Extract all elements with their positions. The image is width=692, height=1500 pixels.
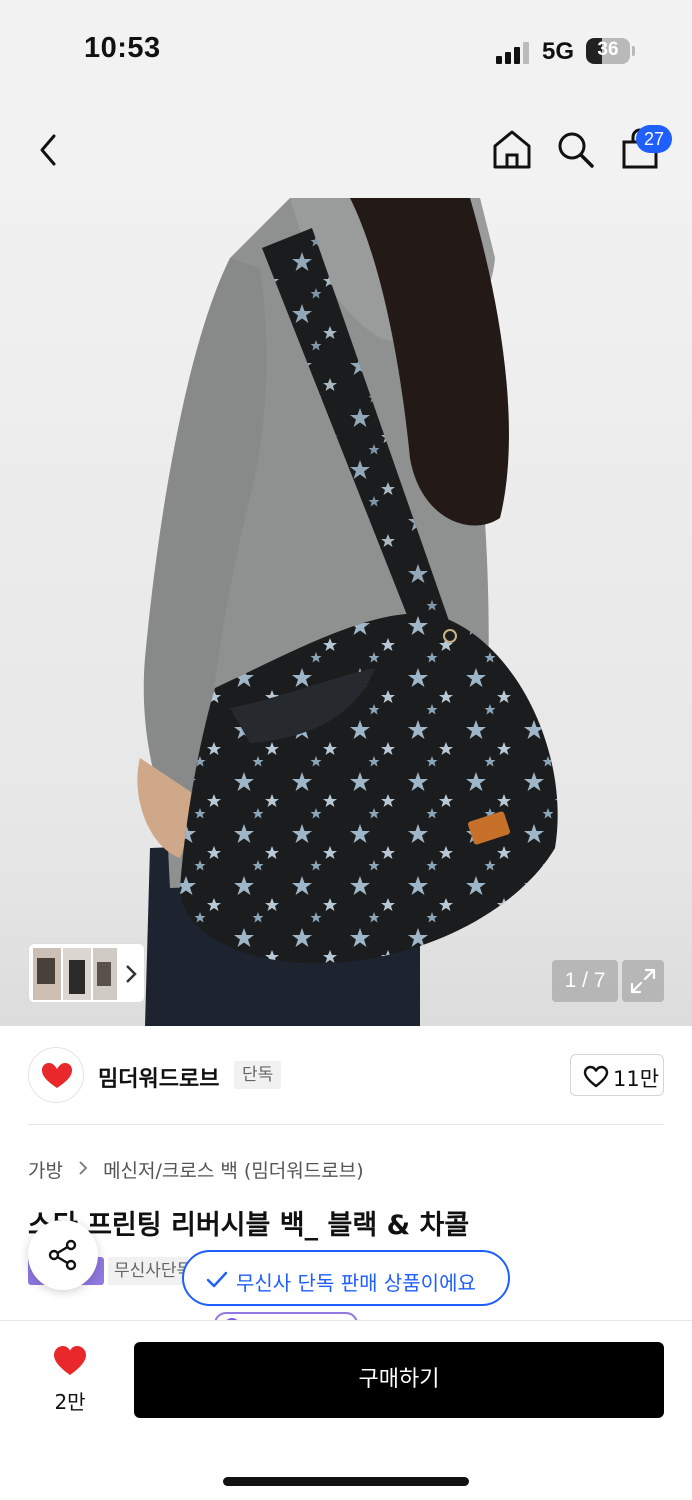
breadcrumb-category[interactable]: 가방	[28, 1156, 63, 1183]
brand-name[interactable]: 밈더워드로브	[98, 1061, 219, 1093]
product-image[interactable]	[0, 198, 692, 1026]
home-icon[interactable]	[492, 128, 532, 170]
home-indicator	[223, 1477, 469, 1486]
exclusive-toast: 무신사 단독 판매 상품이에요	[182, 1250, 510, 1306]
network-type: 5G	[542, 38, 575, 65]
favorite-button[interactable]: 2만	[30, 1340, 110, 1420]
share-button[interactable]	[28, 1220, 98, 1290]
chevron-right-icon	[126, 965, 137, 983]
heart-outline-icon	[583, 1065, 609, 1088]
search-icon[interactable]	[556, 130, 596, 170]
product-photo	[137, 198, 558, 1026]
status-bar: 10:53 5G 36	[0, 0, 692, 100]
breadcrumb-subcategory[interactable]: 메신저/크로스 백 (밈더워드로브)	[103, 1156, 364, 1183]
chevron-right-icon	[78, 1159, 88, 1181]
image-thumbnails[interactable]	[28, 943, 145, 1003]
section-divider	[28, 1124, 664, 1125]
battery-icon: 36	[586, 38, 630, 64]
expand-button[interactable]	[622, 960, 664, 1002]
exclusive-tag: 단독	[234, 1061, 282, 1089]
expand-icon	[630, 968, 656, 994]
cart-count-badge: 27	[636, 125, 672, 153]
exclusive-badge: 무신사단독	[108, 1257, 188, 1285]
heart-filled-icon	[54, 1346, 86, 1375]
buy-button[interactable]: 구매하기	[134, 1342, 664, 1418]
brand-logo[interactable]	[28, 1047, 84, 1103]
breadcrumb: 가방 메신저/크로스 백 (밈더워드로브)	[28, 1156, 364, 1183]
battery-tip	[632, 46, 635, 56]
brand-like-button[interactable]: 11만	[570, 1054, 664, 1096]
thumbnail-image	[33, 948, 137, 1000]
share-icon	[48, 1239, 77, 1271]
signal-icon	[496, 42, 530, 64]
toast-text: 무신사 단독 판매 상품이에요	[236, 1271, 476, 1295]
brand-like-count: 11만	[613, 1067, 660, 1091]
back-chevron-icon[interactable]	[34, 130, 64, 170]
status-time: 10:53	[84, 32, 161, 64]
battery-level: 36	[597, 39, 619, 60]
heart-logo-icon	[42, 1063, 72, 1088]
product-title: 스타 프린팅 리버시블 백_ 블랙 & 차콜	[28, 1210, 470, 1241]
image-page-indicator: 1 / 7	[552, 960, 618, 1002]
check-icon	[206, 1271, 228, 1288]
favorite-count: 2만	[54, 1390, 86, 1414]
